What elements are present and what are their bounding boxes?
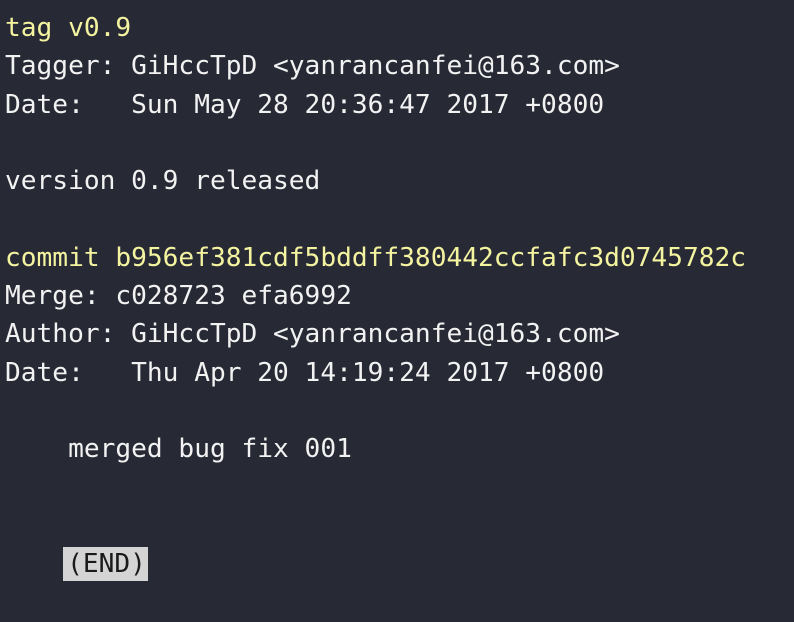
pager-end-prompt[interactable]: (END) xyxy=(63,547,148,582)
author-line: Author: GiHccTpD <yanrancanfei@163.com> xyxy=(5,319,620,350)
tag-line: tag v0.9 xyxy=(5,13,132,43)
terminal-output: tag v0.9 Tagger: GiHccTpD <yanrancanfei@… xyxy=(5,9,794,582)
commit-hash-line: commit b956ef381cdf5bddff380442ccfafc3d0… xyxy=(5,242,747,273)
tag-message-line: version 0.9 released xyxy=(5,166,321,197)
commit-message-line: merged bug fix 001 xyxy=(5,434,352,465)
tagger-line: Tagger: GiHccTpD <yanrancanfei@163.com> xyxy=(5,51,620,82)
commit-date-line: Date: Thu Apr 20 14:19:24 2017 +0800 xyxy=(5,357,605,388)
merge-line: Merge: c028723 efa6992 xyxy=(5,281,352,312)
pager-prompt-line: (END) xyxy=(5,507,794,582)
tag-date-line: Date: Sun May 28 20:36:47 2017 +0800 xyxy=(5,89,605,120)
